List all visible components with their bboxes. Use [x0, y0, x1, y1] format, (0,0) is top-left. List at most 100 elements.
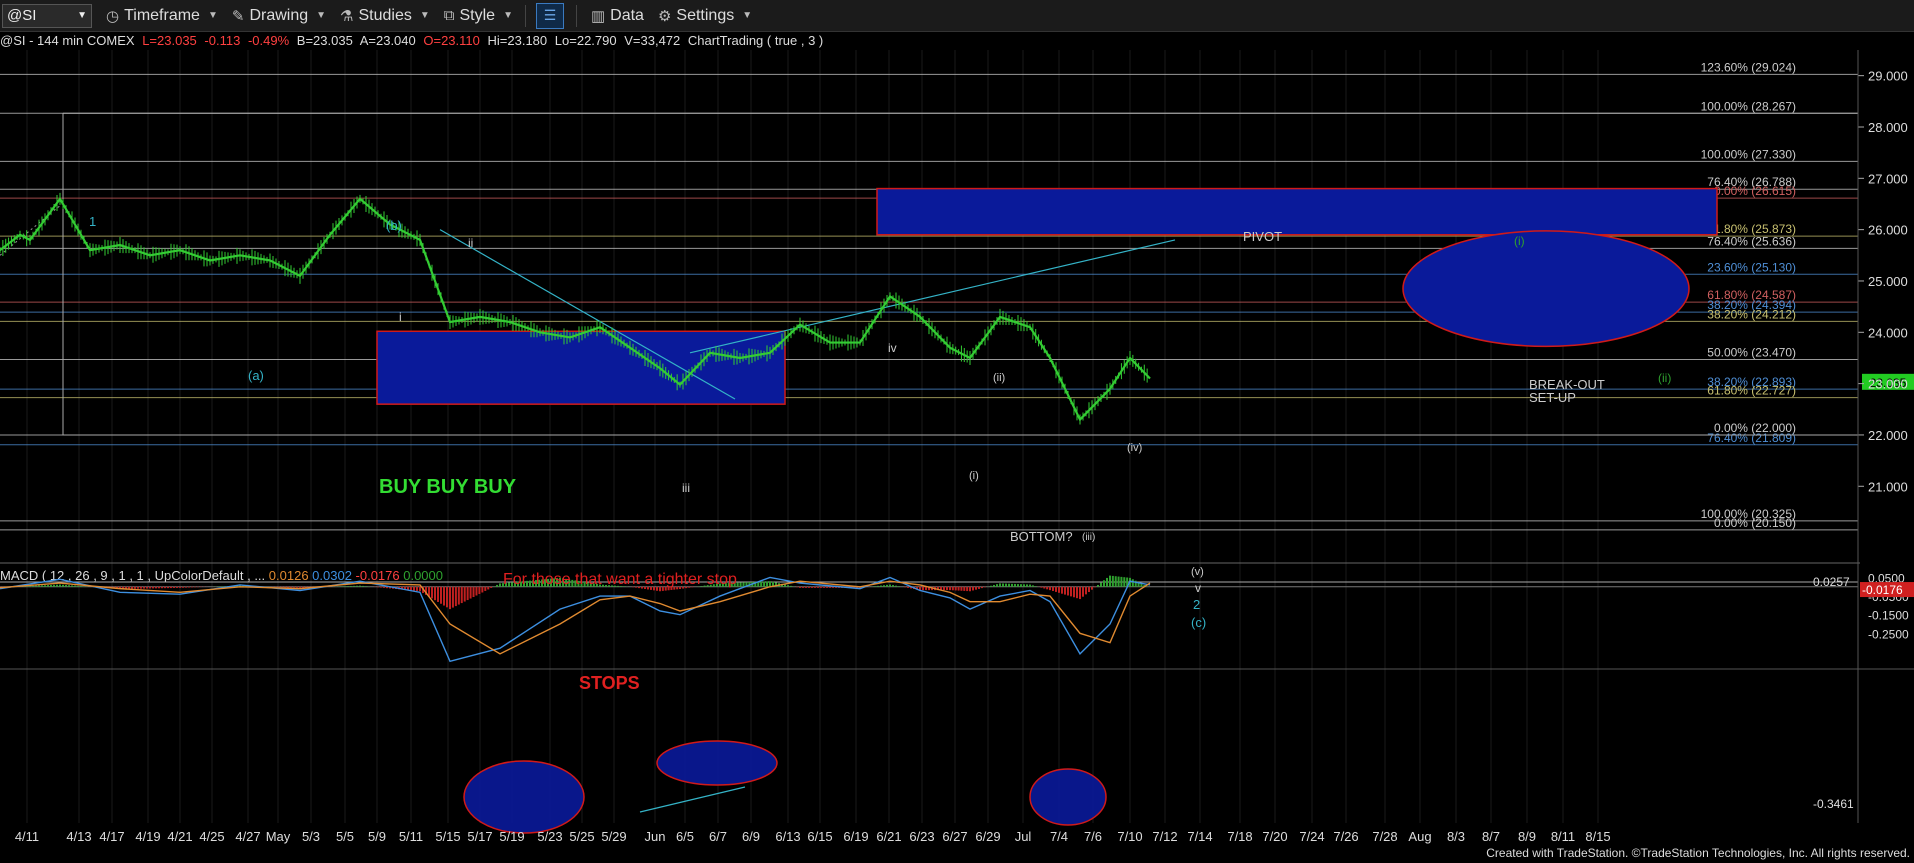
- fib-label: 100.00% (27.330): [1701, 147, 1796, 161]
- layout-toggle-button[interactable]: ☰: [535, 2, 564, 29]
- studies-label: Studies: [358, 6, 412, 24]
- chevron-down-icon: ▼: [503, 10, 513, 21]
- chevron-down-icon: ▼: [316, 10, 327, 21]
- date-tick-label: 6/9: [742, 829, 760, 844]
- tighter-stop-note: For those that want a tighter stop: [503, 571, 737, 588]
- fib-label: 61.80% (22.727): [1707, 384, 1796, 398]
- wave-label: (i): [969, 470, 979, 482]
- price-chart[interactable]: 123.60% (29.024) 100.00% (28.267) 100.00% …: [0, 0, 1914, 863]
- date-tick-label: 5/11: [399, 829, 423, 844]
- date-tick-label: 8/3: [1447, 829, 1465, 844]
- toolbar-divider: [524, 4, 526, 27]
- date-tick-label: 7/12: [1152, 829, 1177, 844]
- macd-trendline: [639, 786, 746, 813]
- drawing-menu[interactable]: ✎ Drawing ▼: [232, 7, 326, 25]
- symbol-field[interactable]: @SI ▼: [2, 3, 92, 28]
- style-icon: ⧉: [443, 7, 455, 24]
- date-tick-label: 7/24: [1299, 829, 1324, 844]
- signal-line: [0, 580, 1151, 655]
- macd-zero-value: 0.0000: [403, 568, 443, 583]
- date-tick-label: 4/17: [99, 829, 124, 844]
- date-tick-label: 5/19: [499, 829, 524, 844]
- date-tick-label: 7/4: [1050, 829, 1068, 844]
- breakout-label: SET-UP: [1529, 390, 1576, 405]
- volume: V=33,472: [624, 33, 681, 48]
- pencil-icon: ✎: [231, 7, 245, 25]
- price-tick-label: 22.000: [1868, 428, 1908, 443]
- wave-label: (a): [248, 368, 264, 383]
- price-tick-label: 23.000: [1868, 377, 1908, 392]
- flask-icon: ⚗: [340, 7, 354, 25]
- studies-menu[interactable]: ⚗ Studies ▼: [340, 7, 430, 25]
- wave-label: 1: [89, 214, 96, 229]
- fib-label: 123.60% (29.024): [1701, 60, 1796, 74]
- toolbar: @SI ▼ ◷ Timeframe ▼ ✎ Drawing ▼ ⚗ Studie…: [0, 0, 1914, 32]
- wave-label: (ii): [993, 372, 1005, 384]
- date-tick-label: 6/7: [709, 829, 727, 844]
- symbol-description: @SI - 144 min COMEX: [0, 33, 135, 48]
- macd-header-label: MACD ( 12 , 26 , 9 , 1 , 1 , UpColorDefa…: [0, 568, 269, 583]
- date-tick-label: 7/6: [1084, 829, 1102, 844]
- macd-panel: MACD ( 12 , 26 , 9 , 1 , 1 , UpColorDefa…: [0, 568, 1914, 834]
- date-tick-label: 6/13: [775, 829, 800, 844]
- drawing-label: Drawing: [249, 6, 309, 24]
- bottom-label: BOTTOM?: [1010, 529, 1073, 544]
- clock-icon: ◷: [106, 7, 120, 25]
- breakout-ellipse: [1402, 230, 1690, 348]
- price-tick-label: 24.000: [1868, 325, 1908, 340]
- data-label: Data: [610, 6, 644, 24]
- date-tick-label: 7/14: [1187, 829, 1212, 844]
- date-tick-label: 7/26: [1333, 829, 1358, 844]
- low-price: Lo=22.790: [554, 33, 617, 48]
- ask-price: A=23.040: [359, 33, 416, 48]
- chevron-down-icon: ▼: [742, 10, 753, 21]
- date-tick-label: 8/15: [1585, 829, 1610, 844]
- date-tick-label: 5/15: [435, 829, 460, 844]
- price-tick-label: 29.000: [1868, 69, 1908, 84]
- settings-menu[interactable]: ⚙ Settings ▼: [658, 7, 752, 25]
- percent-change: -0.49%: [247, 33, 290, 48]
- style-menu[interactable]: ⧉ Style ▼: [444, 7, 513, 25]
- wave-label: (c): [1191, 615, 1206, 630]
- date-tick-label: 5/9: [368, 829, 386, 844]
- date-tick-label: 5/25: [569, 829, 594, 844]
- date-tick-label: 8/11: [1551, 829, 1575, 844]
- settings-label: Settings: [676, 6, 735, 24]
- last-price: L=23.035: [142, 33, 197, 48]
- date-tick-label: 6/27: [942, 829, 967, 844]
- price-tick-label: 26.000: [1868, 223, 1908, 238]
- macd-line: [0, 576, 1151, 663]
- fib-label: 0.00% (20.150): [1714, 516, 1796, 530]
- date-tick-label: 4/25: [199, 829, 224, 844]
- price-axis: 23.03529.00028.00027.00026.00025.00024.0…: [1857, 50, 1914, 823]
- date-tick-label: May: [266, 829, 291, 844]
- toolbar-divider: [575, 4, 577, 27]
- date-tick-label: 5/5: [336, 829, 354, 844]
- timeframe-label: Timeframe: [124, 6, 200, 24]
- wave-label: (ii): [1658, 371, 1671, 385]
- pivot-label: PIVOT: [1243, 229, 1282, 244]
- open-price: O=23.110: [423, 33, 480, 48]
- chevron-down-icon: ▼: [419, 10, 430, 21]
- date-tick-label: 6/15: [807, 829, 832, 844]
- date-tick-label: 7/10: [1117, 829, 1142, 844]
- wave-label: ii: [468, 236, 473, 250]
- price-tick-label: 21.000: [1868, 479, 1908, 494]
- chevron-down-icon: ▼: [77, 10, 87, 21]
- wave-label: iii: [682, 481, 690, 495]
- macd-value-tag-text: 0.0257: [1813, 575, 1850, 589]
- symbol-value: @SI: [7, 7, 37, 24]
- date-tick-label: 8/9: [1518, 829, 1536, 844]
- fib-label: 0.00% (26.615): [1714, 184, 1796, 198]
- date-tick-label: 7/28: [1372, 829, 1397, 844]
- macd-value-tag-text: -0.3461: [1813, 797, 1854, 811]
- timeframe-menu[interactable]: ◷ Timeframe ▼: [106, 7, 218, 25]
- fib-label: 76.40% (21.809): [1707, 431, 1796, 445]
- date-tick-label: 4/21: [167, 829, 192, 844]
- net-change: -0.113: [204, 33, 241, 48]
- data-menu[interactable]: ▥ Data: [591, 7, 644, 25]
- date-tick-label: 4/11: [15, 829, 39, 844]
- date-tick-label: Jul: [1015, 829, 1032, 844]
- date-tick-label: 6/21: [876, 829, 901, 844]
- wave-label: 2: [1193, 597, 1200, 612]
